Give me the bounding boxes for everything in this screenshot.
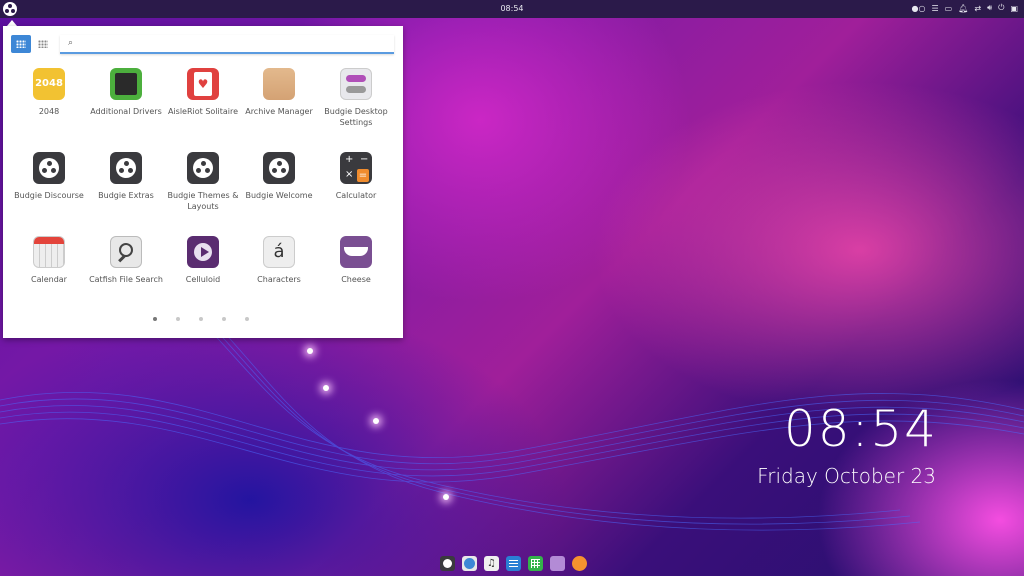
spreadsheet-icon[interactable] [528,556,543,571]
settings-toggle-icon [340,68,372,100]
app-item[interactable]: Budgie Desktop Settings [318,68,394,128]
chip-icon [110,68,142,100]
calc-equals: = [357,169,369,182]
budgie-icon [263,152,295,184]
app-item[interactable]: Celluloid [165,236,241,285]
page-indicator [153,317,249,321]
cards-icon: ♥ [187,68,219,100]
app-item[interactable]: á Characters [241,236,317,285]
app-item[interactable]: Budgie Extras [88,152,164,201]
files-icon[interactable] [550,556,565,571]
app-label: AisleRiot Solitaire [167,107,239,116]
app-label: Characters [257,275,301,284]
compact-view-button[interactable] [33,35,53,53]
app-label: Archive Manager [245,107,313,116]
text-editor-icon[interactable] [506,556,521,571]
bell-icon[interactable]: 🔔︎ [958,4,968,13]
system-tray: ●○ ☰ ▭ 🔔︎ ⇄ 🔊︎ ⏻ ▣ [912,3,1019,13]
volume-icon[interactable]: 🔊︎ [987,3,992,13]
search-icon: ⌕ [68,38,74,48]
app-item[interactable]: ♥ AisleRiot Solitaire [165,68,241,117]
app-label: Budgie Extras [98,191,154,200]
page-dot[interactable] [222,317,226,321]
calc-times: × [345,169,354,180]
play-icon [187,236,219,268]
app-item[interactable]: Additional Drivers [88,68,164,117]
toggle-indicator-icon[interactable]: ●○ [912,4,926,13]
app-item[interactable]: + − × = Calculator [318,152,394,201]
app-label: Budgie Desktop Settings [324,107,388,127]
budgie-icon [187,152,219,184]
desktop-clock-time: 08:54 [783,400,938,458]
archive-icon [263,68,295,100]
compact-view-icon [38,40,48,48]
grid-view-button[interactable] [11,35,31,53]
app-item[interactable]: Budgie Themes & Layouts [165,152,241,212]
app-label: Cheese [341,275,371,284]
sparkle [307,348,313,354]
app-label: 2048 [38,107,60,116]
app-label: Calendar [31,275,67,284]
app-item[interactable]: Cheese [318,236,394,285]
folder-icon[interactable]: ▭ [945,4,953,13]
music-icon[interactable]: ♫ [484,556,499,571]
desktop-clock-date: Friday October 23 [757,464,936,488]
2048-icon: 2048 [33,68,65,100]
page-dot[interactable] [153,317,157,321]
characters-glyph: á [273,241,285,262]
power-icon[interactable]: ⏻ [998,3,1004,13]
app-label: Budgie Themes & Layouts [167,191,239,211]
app-label: Celluloid [185,275,221,284]
app-label: Budgie Welcome [245,191,313,200]
app-item[interactable]: Calendar [11,236,87,285]
app-item[interactable]: 2048 2048 [11,68,87,117]
page-dot[interactable] [176,317,180,321]
sparkle [443,494,449,500]
sparkle [373,418,379,424]
app-label: Calculator [335,191,377,200]
page-dot[interactable] [245,317,249,321]
network-icon[interactable]: ⇄ [974,4,981,13]
app-item[interactable]: Budgie Discourse [11,152,87,201]
cheese-icon [340,236,372,268]
notifications-list-icon[interactable]: ☰ [931,4,938,13]
app-item[interactable]: Budgie Welcome [241,152,317,201]
top-panel: 08:54 ●○ ☰ ▭ 🔔︎ ⇄ 🔊︎ ⏻ ▣ [0,0,1024,18]
panel-clock[interactable]: 08:54 [0,4,1024,13]
raven-icon[interactable]: ▣ [1010,4,1018,13]
search-box[interactable]: ⌕ [60,35,394,54]
page-dot[interactable] [199,317,203,321]
budgie-icon[interactable] [440,556,455,571]
search-input[interactable] [78,37,378,49]
budgie-icon [110,152,142,184]
grid-view-icon [16,40,26,48]
app-label: Additional Drivers [90,107,162,116]
dock: ♫ [440,556,587,571]
sparkle [323,385,329,391]
characters-icon: á [263,236,295,268]
firefox-icon[interactable] [572,556,587,571]
magnifier-icon [110,236,142,268]
browser-icon[interactable] [462,556,477,571]
calc-plus: + [345,154,354,165]
budgie-icon [33,152,65,184]
calendar-icon [33,236,65,268]
application-menu: ⌕ 2048 2048 Additional Drivers ♥ AisleRi… [3,26,403,338]
app-item[interactable]: Catfish File Search [88,236,164,285]
calc-minus: − [360,154,369,165]
app-item[interactable]: Archive Manager [241,68,317,117]
app-label: Budgie Discourse [14,191,84,200]
calculator-icon: + − × = [340,152,372,184]
app-label: Catfish File Search [89,275,163,284]
